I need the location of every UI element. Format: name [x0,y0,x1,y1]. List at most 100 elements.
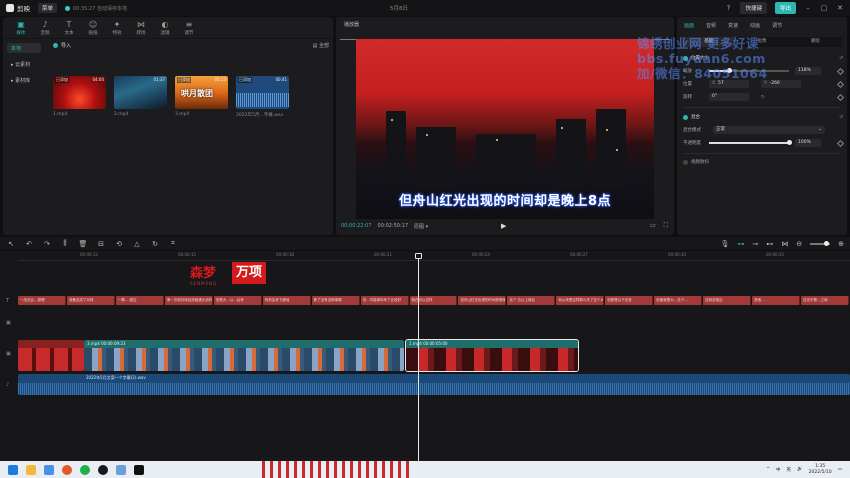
rotate-field[interactable]: 0° [709,93,749,101]
position-x-field[interactable]: X 57 [709,80,749,88]
audio-clip[interactable]: 2022年5月文案一个字幕(2).wav [18,374,850,395]
text-clip[interactable]: 但那是以下也多 [605,296,654,305]
filter-dropdown[interactable]: ▤ 全部 [313,42,329,49]
split-icon[interactable]: ⫼ [56,239,74,248]
clock[interactable]: 1:35 2022/5/10 [809,464,832,475]
close-icon[interactable]: ✕ [836,4,844,12]
reverse-icon[interactable]: ⟲ [110,240,128,248]
text-clip[interactable]: 即了没有这种事情 [311,296,360,305]
export-button[interactable]: 导出 [774,2,796,14]
play-icon[interactable]: ▶ [501,222,506,230]
tab-media[interactable]: ▣ 媒体 [9,17,33,38]
rotate-icon[interactable]: ↻ [761,95,765,100]
video-clip-selected[interactable]: 1.mp4 00:00:05:00 [405,339,579,372]
tab-effects[interactable]: ✦ 特效 [105,17,129,38]
input-mode[interactable]: 英 [787,467,792,473]
blend-mode-select[interactable]: 正常 ⌄ [713,126,825,134]
menu-button[interactable]: 菜单 [38,3,58,13]
windows-start-icon[interactable] [8,464,18,475]
playhead[interactable] [415,253,422,461]
reset-icon[interactable]: ↺ [839,115,843,120]
slider-knob[interactable] [786,140,792,145]
speaker-icon[interactable]: 🔊 [797,467,803,472]
tab-audio-props[interactable]: 音频 [706,22,716,29]
tab-text[interactable]: T 文本 [57,17,81,38]
ratio-icon[interactable]: ▭ [650,222,656,230]
text-clip[interactable]: 一战无比…原理 [18,296,66,305]
text-clip[interactable]: 这种说现出 [703,296,752,305]
quality-dropdown[interactable]: 原图 ▾ [414,223,428,230]
text-clip[interactable]: 准备这成了月球 [66,296,115,305]
opacity-slider[interactable] [709,140,792,145]
video-preview[interactable]: 但舟山红光出现的时间却是晚上8点 [356,39,654,219]
wechat-icon[interactable] [80,464,90,475]
fullscreen-icon[interactable]: ⛶ [664,222,668,230]
subtab-mask[interactable]: 蒙版 [789,37,842,47]
import-button[interactable]: 导入 [53,42,71,49]
text-clip[interactable]: 这也不是…之间 [801,296,849,305]
tab-audio[interactable]: ♪ 音频 [33,17,57,38]
preview-axis-icon[interactable]: ⊷ [766,240,773,248]
text-clip[interactable]: 有机会来下越地 [262,296,311,305]
magnet-icon[interactable]: ⊸ [752,240,758,248]
tab-transition[interactable]: ⋈ 转场 [129,17,153,38]
freeze-icon[interactable]: ⊟ [92,240,110,248]
rotate-icon[interactable]: ↻ [146,240,164,248]
app-icon[interactable] [116,464,126,475]
tray-chevron-icon[interactable]: ^ [766,467,770,472]
tab-adjust[interactable]: ≡ 调节 [177,17,201,38]
text-clip[interactable]: 一颗… 越过 [115,296,164,305]
split-audio-icon[interactable]: ⋈ [781,240,788,248]
input-lang[interactable]: 中 [776,467,781,473]
playhead-handle[interactable] [415,253,422,259]
opacity-value[interactable]: 100% [795,139,821,147]
media-item[interactable]: 已添加 00:13 哄月散团 [175,76,228,109]
jianying-taskbar-icon[interactable] [134,464,144,475]
side-item-local[interactable]: 本地 [7,43,41,53]
select-tool-icon[interactable]: ↖ [2,240,20,248]
scale-value[interactable]: 118% [795,67,821,75]
text-clip[interactable]: 但舟山红光出现的时间却是晚上8点 [458,296,507,305]
slider-knob[interactable] [824,240,830,246]
link-icon[interactable]: ⊶ [737,240,744,248]
tab-filter[interactable]: ◐ 滤镜 [153,17,177,38]
time-ruler[interactable]: 00:00:12 00:00:15 00:00:18 00:00:21 00:00:24… [18,251,850,261]
keyframe-icon[interactable] [836,93,845,101]
help-icon[interactable]: ? [724,4,732,12]
text-clip[interactable]: 其他… [752,296,801,305]
keyframe-icon[interactable] [836,80,845,88]
text-clip[interactable]: 前面就是大…这个… [654,296,703,305]
tab-sticker[interactable]: ☺ 贴纸 [81,17,105,38]
keyframe-icon[interactable] [836,139,845,147]
tab-picture[interactable]: 画面 [684,22,694,29]
file-explorer-icon[interactable] [26,464,36,475]
app-icon[interactable] [62,464,72,475]
shortcut-button[interactable]: 快捷键 [740,2,767,14]
video-clip[interactable]: 3.mp4 00:00:09:23 [84,340,404,371]
text-clip[interactable]: 第一次和月球自然相遇大战时 [164,296,213,305]
side-item-library[interactable]: ▸ 素材库 [7,75,41,85]
text-clip[interactable]: 就在可以这样 [409,296,458,305]
mirror-icon[interactable]: △ [128,240,146,248]
text-clip[interactable]: 这个 位以上就会 [507,296,556,305]
zoom-out-icon[interactable]: ⊖ [796,240,802,248]
tab-animation[interactable]: 动画 [750,22,760,29]
reset-icon[interactable]: ↺ [839,56,843,61]
media-item[interactable]: 已添加 04:00 [53,76,106,109]
video-clip[interactable] [18,340,84,371]
text-clip[interactable]: 你从来是这样那么关了这个大约 [556,296,605,305]
undo-icon[interactable]: ↶ [20,240,38,248]
tab-adjust-props[interactable]: 调节 [772,22,782,29]
redo-icon[interactable]: ↷ [38,240,56,248]
media-item[interactable]: 已添加 00:41 [236,76,289,109]
delete-icon[interactable]: 🗑 [74,240,92,248]
side-item-cloud[interactable]: ▸ 云素材 [7,59,41,69]
media-item[interactable]: 01:37 [114,76,167,109]
section-check-icon[interactable] [683,159,688,165]
minimize-icon[interactable]: – [804,4,812,12]
zoom-slider[interactable] [810,240,831,246]
zoom-in-icon[interactable]: ⊕ [838,240,844,248]
microphone-icon[interactable]: 🎙 [720,240,729,248]
notification-icon[interactable]: ▭ [838,467,842,472]
record-icon[interactable] [98,464,108,475]
